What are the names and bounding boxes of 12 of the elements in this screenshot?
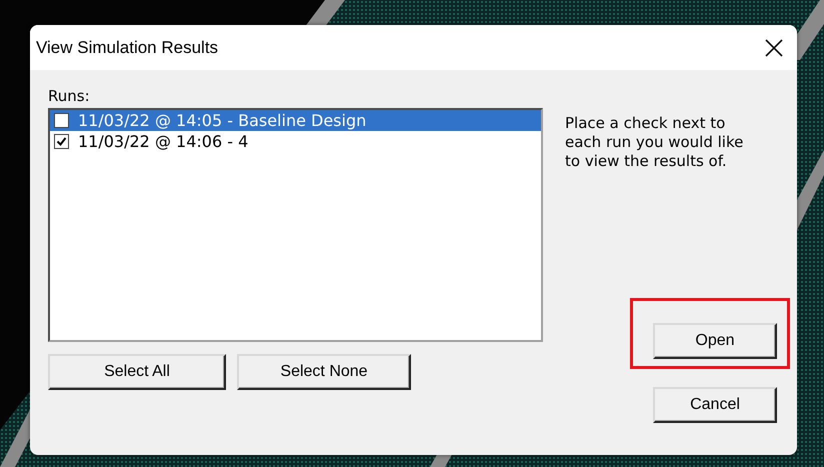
dialog-button[interactable]: Select All: [48, 354, 226, 390]
dialog-button[interactable]: Cancel: [653, 387, 777, 423]
checkbox[interactable]: [54, 134, 69, 149]
instructions-text: Place a check next to each run you would like to view the results of.: [565, 114, 744, 171]
dialog-button[interactable]: Open: [653, 323, 777, 359]
run-item[interactable]: 11/03/22 @ 14:06 - 4: [50, 131, 541, 152]
checkbox[interactable]: [54, 113, 69, 128]
run-item[interactable]: 11/03/22 @ 14:05 - Baseline Design: [50, 110, 541, 131]
dialog-button[interactable]: Select None: [237, 354, 411, 390]
runs-label: Runs:: [48, 87, 91, 107]
window-title: View Simulation Results: [36, 38, 218, 58]
close-icon: [765, 38, 783, 56]
